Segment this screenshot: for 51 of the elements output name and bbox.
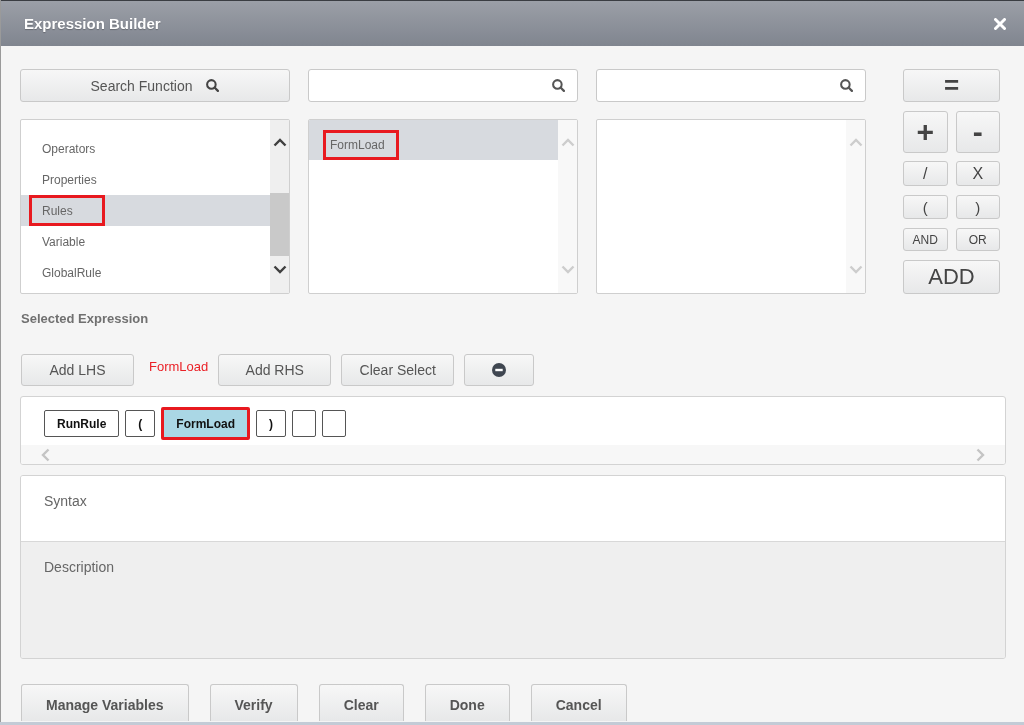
horizontal-scrollbar[interactable] <box>21 445 1005 464</box>
expression-token[interactable] <box>322 410 346 437</box>
search-icon[interactable] <box>206 79 220 92</box>
operator-button[interactable]: + <box>903 111 948 153</box>
dialog-button[interactable]: Done <box>424 684 510 721</box>
expression-token[interactable]: ( <box>125 410 156 437</box>
dialog-button[interactable]: Manage Variables <box>21 684 189 721</box>
dialog-title: Expression Builder <box>24 15 161 32</box>
search-icon[interactable] <box>840 79 853 92</box>
close-icon[interactable] <box>994 17 1006 30</box>
dialog-button[interactable]: Cancel <box>530 684 627 721</box>
operator-button[interactable]: ( <box>903 195 948 219</box>
remove-button[interactable] <box>464 354 535 386</box>
section-heading: Selected Expression <box>20 311 150 327</box>
operator-button[interactable]: X <box>955 161 1000 186</box>
list-item[interactable]: Variable <box>21 226 270 257</box>
chevron-up-icon[interactable] <box>272 138 287 147</box>
toolbar-button[interactable]: Clear Select <box>341 354 455 386</box>
add-button[interactable]: ADD <box>903 260 1000 294</box>
operator-button[interactable]: ) <box>955 195 1000 219</box>
list-item[interactable]: GlobalRule <box>21 257 270 288</box>
list-item[interactable]: FormLoad <box>309 120 558 160</box>
list-item[interactable]: Properties <box>21 164 270 195</box>
search-icon[interactable] <box>552 79 565 92</box>
operator-button[interactable]: - <box>955 111 1000 153</box>
dialog-button[interactable]: Clear <box>318 684 404 721</box>
scrollbar-track[interactable] <box>270 120 289 293</box>
toolbar-button[interactable]: Add LHS <box>21 354 134 386</box>
list-item[interactable]: Operators <box>21 133 270 164</box>
operator-button[interactable]: OR <box>955 228 1000 251</box>
expression-token[interactable]: FormLoad <box>161 407 250 440</box>
list-item[interactable]: Rules <box>21 195 270 226</box>
description-label: Description <box>44 559 115 575</box>
chevron-right-icon[interactable] <box>976 447 985 462</box>
toolbar-button[interactable]: Add RHS <box>218 354 332 386</box>
chevron-down-icon[interactable] <box>272 265 287 274</box>
search-field[interactable] <box>596 69 866 102</box>
operator-button[interactable]: AND <box>903 228 948 251</box>
chevron-left-icon[interactable] <box>41 447 50 462</box>
selected-item-label: FormLoad <box>149 358 209 374</box>
expression-token[interactable]: RunRule <box>44 410 120 437</box>
search-function-button[interactable]: Search Function <box>20 69 290 102</box>
syntax-label: Syntax <box>44 493 87 509</box>
minus-circle-icon <box>492 363 507 377</box>
search-field[interactable] <box>308 69 578 102</box>
operator-button[interactable]: / <box>903 161 948 186</box>
scrollbar-thumb[interactable] <box>270 193 289 256</box>
operator-button[interactable]: = <box>903 69 1000 102</box>
dialog-button[interactable]: Verify <box>209 684 298 721</box>
expression-token[interactable]: ) <box>256 410 286 437</box>
expression-token[interactable] <box>292 410 316 437</box>
